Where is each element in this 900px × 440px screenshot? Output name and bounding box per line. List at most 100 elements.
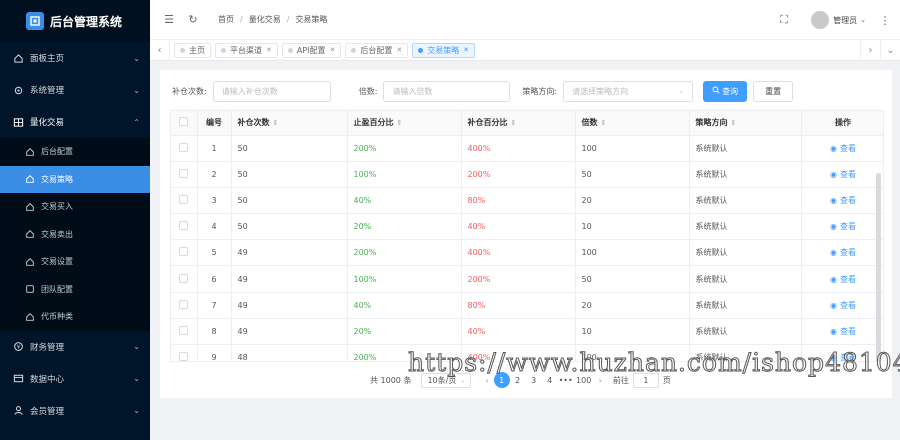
col-header-bucang-pct[interactable]: 补仓百分比 ⇕ <box>461 111 576 136</box>
fullscreen-icon[interactable]: ⛶ <box>777 13 791 27</box>
avatar[interactable] <box>811 11 830 29</box>
sidebar-item-label: 量化交易 <box>30 118 65 128</box>
sidebar-subitem-label: 交易设置 <box>41 257 73 267</box>
row-checkbox[interactable] <box>179 142 189 152</box>
sidebar-subitem-trade-settings[interactable]: 交易设置 <box>0 248 150 276</box>
bucang-label: 补仓次数: <box>172 86 207 96</box>
tab-label: API配置 <box>296 45 326 55</box>
cell-bucang: 50 <box>231 187 348 215</box>
chevron-down-icon[interactable]: ⌄ <box>860 16 866 24</box>
chevron-down-icon: ⌄ <box>133 374 140 383</box>
col-header-direction[interactable]: 策略方向 ⇕ <box>689 111 802 136</box>
view-button[interactable]: ◉ 查看 <box>830 247 856 258</box>
chevron-up-icon: ⌃ <box>133 117 140 127</box>
view-button[interactable]: ◉ 查看 <box>830 300 856 311</box>
tab-backend-config[interactable]: 后台配置 ✕ <box>345 42 409 58</box>
view-label: 查看 <box>839 195 856 205</box>
sidebar-subitem-trade-sell[interactable]: 交易卖出 <box>0 221 150 249</box>
row-checkbox[interactable] <box>179 194 189 204</box>
table-row[interactable]: 6 49 100% 200% 50 系统默认 ◉ 查看 <box>171 265 883 293</box>
tab-prev-icon[interactable]: ‹ <box>150 39 170 61</box>
row-checkbox[interactable] <box>179 325 189 335</box>
sidebar-subitem-trade-buy[interactable]: 交易买入 <box>0 193 150 221</box>
logo[interactable]: 后台管理系统 <box>0 0 150 42</box>
cell-takeprofit-value: 20% <box>353 222 372 232</box>
user-name[interactable]: 管理员 <box>833 15 857 26</box>
gear-icon <box>12 84 24 96</box>
tab-api-config[interactable]: API配置 ✕ <box>281 42 342 58</box>
eye-icon: ◉ <box>830 248 837 258</box>
menu-toggle-icon[interactable]: ☰ <box>162 13 176 27</box>
view-button[interactable]: ◉ 查看 <box>830 326 856 337</box>
table-row[interactable]: 5 49 200% 400% 100 系统默认 ◉ 查看 <box>171 239 883 267</box>
sidebar-subitem-backend-config[interactable]: 后台配置 <box>0 138 150 166</box>
view-button[interactable]: ◉ 查看 <box>830 169 856 180</box>
refresh-icon[interactable]: ↻ <box>186 13 200 27</box>
close-icon[interactable]: ✕ <box>266 46 272 54</box>
sidebar-item-label: 财务管理 <box>30 342 65 353</box>
reset-button[interactable]: 重置 <box>753 80 794 102</box>
sidebar-item-quant[interactable]: 量化交易 ⌃ <box>0 106 150 138</box>
eye-icon: ◉ <box>830 222 837 232</box>
more-icon[interactable]: ⋮ <box>878 13 892 27</box>
view-button[interactable]: ◉ 查看 <box>830 221 856 232</box>
tab-home[interactable]: 主页 <box>174 42 211 58</box>
close-icon[interactable]: ✕ <box>463 46 469 54</box>
row-checkbox[interactable] <box>179 273 189 283</box>
view-button[interactable]: ◉ 查看 <box>830 143 856 154</box>
col-header-multiple[interactable]: 倍数 ⇕ <box>575 111 690 136</box>
sidebar-item-members[interactable]: 会员管理 ⌄ <box>0 395 150 427</box>
close-icon[interactable]: ✕ <box>330 46 336 54</box>
cell-direction: 系统默认 <box>689 213 802 241</box>
row-checkbox[interactable] <box>179 168 189 178</box>
direction-select[interactable]: 请选择策略方向 ⌄ <box>563 80 694 102</box>
table-row[interactable]: 2 50 100% 200% 50 系统默认 ◉ 查看 <box>171 161 883 188</box>
view-button[interactable]: ◉ 查看 <box>830 195 856 206</box>
table-row[interactable]: 4 50 20% 40% 10 系统默认 ◉ 查看 <box>171 213 883 241</box>
table-row[interactable]: 3 50 40% 80% 20 系统默认 ◉ 查看 <box>171 187 883 215</box>
sidebar-item-data-center[interactable]: 数据中心 ⌄ <box>0 363 150 395</box>
tab-next-icon[interactable]: › <box>860 40 880 61</box>
row-checkbox[interactable] <box>179 221 189 231</box>
strategy-table: 编号 补仓次数 ⇕ 止盈百分比 ⇕ 补仓百分比 ⇕ 倍数 ⇕ 策略方向 ⇕ 操作 1 50 2… <box>170 110 884 362</box>
col-header-takeprofit[interactable]: 止盈百分比 ⇕ <box>347 111 462 136</box>
beishu-input[interactable]: 请输入倍数 <box>383 80 511 102</box>
grid-icon <box>12 116 24 128</box>
table-scrollbar[interactable] <box>876 173 881 361</box>
row-checkbox[interactable] <box>179 352 189 361</box>
breadcrumb-quant[interactable]: 量化交易 <box>249 14 281 25</box>
view-label: 查看 <box>839 274 856 284</box>
cell-bucang: 49 <box>231 265 348 293</box>
cell-bucang-pct-value: 400% <box>467 248 491 258</box>
tab-trade-strategy[interactable]: 交易策略 ✕ <box>412 42 476 58</box>
breadcrumb-home[interactable]: 首页 <box>218 14 234 25</box>
search-icon <box>712 86 720 96</box>
table-row[interactable]: 7 49 40% 80% 20 系统默认 ◉ 查看 <box>171 292 883 319</box>
cell-id: 5 <box>197 239 232 267</box>
cell-bucang-pct-value: 400% <box>467 143 491 153</box>
sidebar-subitem-token-types[interactable]: 代币种类 <box>0 303 150 331</box>
user-icon <box>12 405 24 417</box>
row-checkbox[interactable] <box>179 247 189 257</box>
cell-bucang: 48 <box>231 344 348 361</box>
cell-multiple: 50 <box>575 265 690 293</box>
select-all-checkbox[interactable] <box>171 111 198 136</box>
chevron-down-icon: ⌄ <box>133 342 140 351</box>
table-row[interactable]: 8 49 20% 40% 10 系统默认 ◉ 查看 <box>171 318 883 346</box>
col-header-bucang[interactable]: 补仓次数 ⇕ <box>231 111 348 136</box>
row-checkbox[interactable] <box>179 299 189 309</box>
table-row[interactable]: 1 50 200% 400% 100 系统默认 ◉ 查看 <box>171 135 883 162</box>
tab-platform-channel[interactable]: 平台渠道 ✕ <box>215 42 278 58</box>
logo-icon <box>26 12 44 30</box>
sidebar-item-system[interactable]: 系统管理 ⌄ <box>0 74 150 106</box>
bucang-input[interactable]: 请输入补仓次数 <box>212 80 331 102</box>
close-icon[interactable]: ✕ <box>396 46 402 54</box>
tab-menu-icon[interactable]: ⌄ <box>880 40 900 61</box>
sidebar-item-finance[interactable]: ¥ 财务管理 ⌄ <box>0 331 150 363</box>
sidebar-subitem-trade-strategy[interactable]: 交易策略 <box>0 165 150 193</box>
view-button[interactable]: ◉ 查看 <box>830 274 856 285</box>
cell-bucang: 49 <box>231 292 348 319</box>
search-button[interactable]: 查询 <box>703 80 748 102</box>
sidebar-item-dashboard[interactable]: 面板主页 ⌄ <box>0 42 150 74</box>
sidebar-subitem-team-config[interactable]: 团队配置 <box>0 276 150 304</box>
